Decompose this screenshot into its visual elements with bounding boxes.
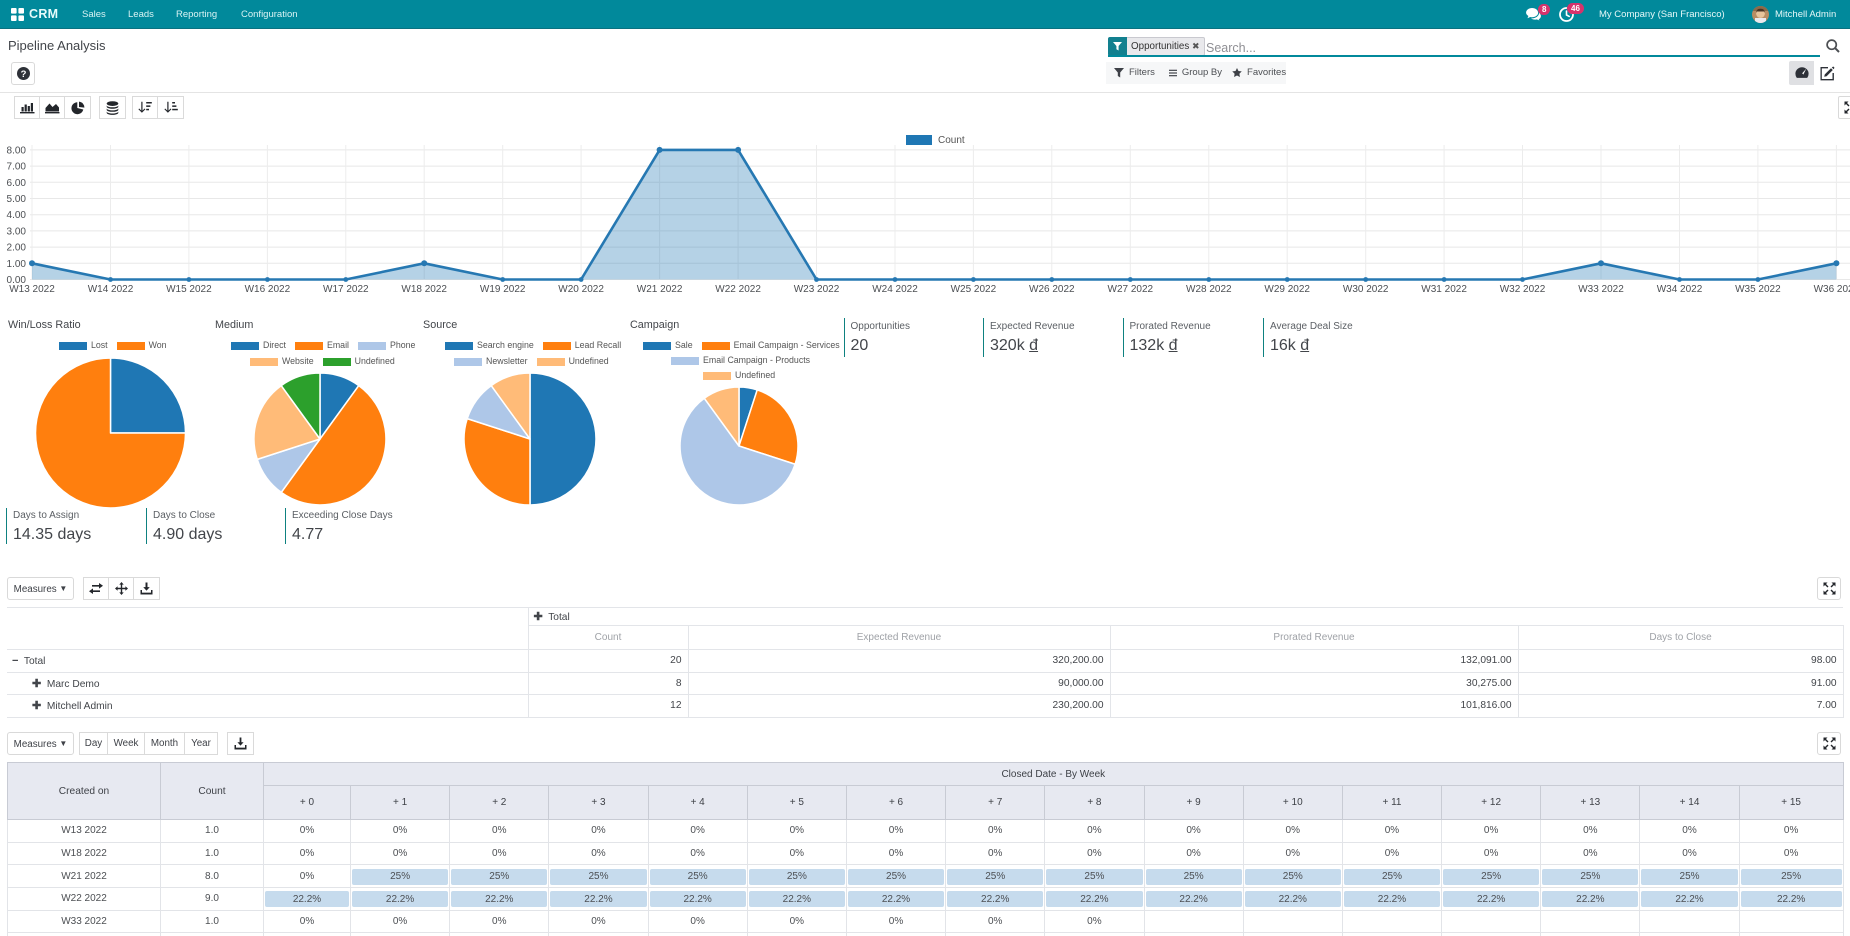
svg-text:W34 2022: W34 2022 [1657, 284, 1703, 295]
svg-text:W17 2022: W17 2022 [323, 284, 369, 295]
svg-text:W33 2022: W33 2022 [1578, 284, 1624, 295]
svg-text:W29 2022: W29 2022 [1264, 284, 1310, 295]
svg-text:W35 2022: W35 2022 [1735, 284, 1781, 295]
svg-text:W22 2022: W22 2022 [715, 284, 761, 295]
svg-text:W14 2022: W14 2022 [88, 284, 134, 295]
svg-text:W15 2022: W15 2022 [166, 284, 212, 295]
svg-text:W24 2022: W24 2022 [872, 284, 918, 295]
svg-text:W21 2022: W21 2022 [637, 284, 683, 295]
svg-text:W16 2022: W16 2022 [245, 284, 291, 295]
svg-text:8.00: 8.00 [7, 145, 27, 156]
svg-text:W27 2022: W27 2022 [1108, 284, 1154, 295]
svg-text:W32 2022: W32 2022 [1500, 284, 1546, 295]
svg-text:W19 2022: W19 2022 [480, 284, 526, 295]
svg-text:W31 2022: W31 2022 [1421, 284, 1467, 295]
svg-text:3.00: 3.00 [7, 226, 27, 237]
svg-text:W36 2022: W36 2022 [1814, 284, 1850, 295]
svg-text:7.00: 7.00 [7, 162, 27, 173]
svg-text:6.00: 6.00 [7, 178, 27, 189]
svg-text:W28 2022: W28 2022 [1186, 284, 1232, 295]
svg-text:W26 2022: W26 2022 [1029, 284, 1075, 295]
svg-text:W13 2022: W13 2022 [9, 284, 55, 295]
svg-text:W20 2022: W20 2022 [558, 284, 604, 295]
svg-text:W30 2022: W30 2022 [1343, 284, 1389, 295]
svg-text:W23 2022: W23 2022 [794, 284, 840, 295]
svg-text:1.00: 1.00 [7, 259, 27, 270]
svg-text:2.00: 2.00 [7, 243, 27, 254]
svg-text:W25 2022: W25 2022 [951, 284, 997, 295]
svg-text:4.00: 4.00 [7, 210, 27, 221]
svg-text:W18 2022: W18 2022 [401, 284, 447, 295]
svg-text:?: ? [21, 69, 27, 80]
svg-text:5.00: 5.00 [7, 194, 27, 205]
